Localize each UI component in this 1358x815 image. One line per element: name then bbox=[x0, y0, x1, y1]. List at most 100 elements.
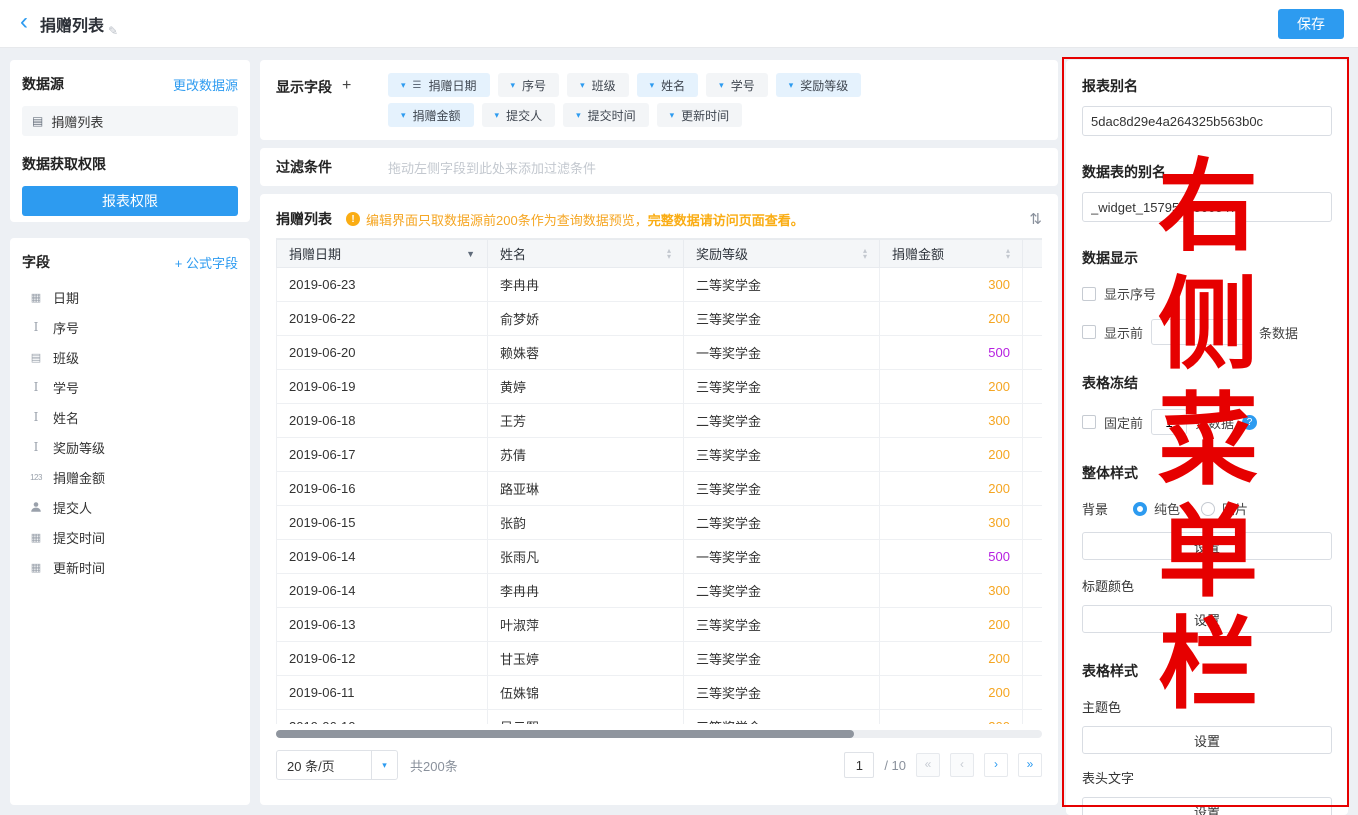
add-formula-field-link[interactable]: + 公式字段 bbox=[175, 253, 238, 272]
header-text-set-button[interactable]: 设置 bbox=[1082, 797, 1332, 815]
save-button[interactable]: 保存 bbox=[1278, 9, 1344, 39]
data-table: 捐赠日期▼姓名▴▾奖励等级▴▾捐赠金额▴▾ 2019-06-23李冉冉二等奖学金… bbox=[276, 239, 1042, 724]
table-row: 2019-06-19黄婷三等奖学金200 bbox=[277, 370, 1043, 404]
add-display-field-button[interactable]: + bbox=[342, 77, 351, 127]
chip-label: 提交时间 bbox=[588, 107, 636, 124]
chevron-down-icon: ▾ bbox=[580, 80, 585, 91]
page-size-select[interactable]: 20 条/页 ▾ bbox=[276, 750, 398, 780]
edit-title-icon[interactable]: ✎ bbox=[108, 24, 118, 38]
column-header-奖励等级[interactable]: 奖励等级▴▾ bbox=[684, 240, 880, 268]
field-item-捐赠金额[interactable]: 123捐赠金额 bbox=[22, 462, 238, 492]
field-label: 提交时间 bbox=[53, 528, 105, 547]
filter-dropzone[interactable]: 拖动左侧字段到此处来添加过滤条件 bbox=[388, 158, 1042, 177]
show-first-option[interactable]: 显示前 条数据 bbox=[1082, 319, 1332, 345]
field-item-姓名[interactable]: I姓名 bbox=[22, 402, 238, 432]
cell-date: 2019-06-10 bbox=[277, 710, 488, 725]
cell-date: 2019-06-19 bbox=[277, 370, 488, 404]
display-field-chip-捐赠日期[interactable]: ▾☰捐赠日期 bbox=[388, 73, 490, 97]
cell-partial bbox=[1023, 438, 1043, 472]
chevron-down-icon: ▾ bbox=[719, 80, 724, 91]
field-item-序号[interactable]: I序号 bbox=[22, 312, 238, 342]
field-item-提交时间[interactable]: ▦ 提交时间 bbox=[22, 522, 238, 552]
filter-icon[interactable]: ▼ bbox=[466, 249, 475, 259]
field-item-奖励等级[interactable]: I 奖励等级 bbox=[22, 432, 238, 462]
show-index-option[interactable]: 显示序号 bbox=[1082, 284, 1332, 303]
report-alias-input[interactable] bbox=[1082, 106, 1332, 136]
table-alias-input[interactable] bbox=[1082, 192, 1332, 222]
chip-label: 捐赠日期 bbox=[429, 77, 477, 94]
field-label: 奖励等级 bbox=[53, 438, 105, 457]
display-field-chip-学号[interactable]: ▾ 学号 bbox=[706, 73, 768, 97]
prev-page-button[interactable]: ‹ bbox=[950, 753, 974, 777]
first-page-button[interactable]: « bbox=[916, 753, 940, 777]
next-page-button[interactable]: › bbox=[984, 753, 1008, 777]
display-field-chip-更新时间[interactable]: ▾更新时间 bbox=[657, 103, 743, 127]
background-set-button[interactable]: 设置 bbox=[1082, 532, 1332, 560]
back-icon[interactable]: ‹ bbox=[14, 10, 38, 38]
cell-amount: 300 bbox=[880, 574, 1023, 608]
chevron-down-icon[interactable]: ▾ bbox=[371, 751, 397, 779]
checkbox-icon[interactable] bbox=[1082, 287, 1096, 301]
field-item-提交人[interactable]: 提交人 bbox=[22, 492, 238, 522]
cell-level: 二等奖学金 bbox=[684, 404, 880, 438]
chip-label: 捐赠金额 bbox=[413, 107, 461, 124]
field-item-班级[interactable]: ▤班级 bbox=[22, 342, 238, 372]
field-item-日期[interactable]: ▦日期 bbox=[22, 282, 238, 312]
sort-lines-icon: ☰ bbox=[413, 80, 422, 91]
last-page-button[interactable]: » bbox=[1018, 753, 1042, 777]
table-icon: ▤ bbox=[32, 114, 43, 128]
display-field-chip-姓名[interactable]: ▾姓名 bbox=[637, 73, 699, 97]
column-header-捐赠金额[interactable]: 捐赠金额▴▾ bbox=[880, 240, 1023, 268]
horizontal-scrollbar-thumb[interactable] bbox=[276, 730, 854, 738]
field-item-学号[interactable]: I学号 bbox=[22, 372, 238, 402]
text-icon: I bbox=[28, 439, 44, 455]
report-alias-label: 报表别名 bbox=[1082, 76, 1332, 96]
display-field-chip-序号[interactable]: ▾序号 bbox=[498, 73, 560, 97]
title-color-set-button[interactable]: 设置 bbox=[1082, 605, 1332, 633]
field-label: 班级 bbox=[53, 348, 79, 367]
page-number-input[interactable] bbox=[844, 752, 874, 778]
cell-level: 三等奖学金 bbox=[684, 472, 880, 506]
display-field-chip-提交时间[interactable]: ▾提交时间 bbox=[563, 103, 649, 127]
settings-panel: 报表别名 数据表的别名 数据显示 显示序号 显示前 条数据 表格冻结 固定前 列… bbox=[1066, 60, 1348, 815]
horizontal-scrollbar-track[interactable] bbox=[276, 730, 1042, 738]
change-datasource-link[interactable]: 更改数据源 bbox=[173, 75, 238, 94]
title-color-label: 标题颜色 bbox=[1082, 576, 1332, 595]
sort-icon[interactable]: ⇅ bbox=[1029, 210, 1042, 228]
field-label: 更新时间 bbox=[53, 558, 105, 577]
fields-title: 字段 bbox=[22, 252, 50, 272]
chip-label: 学号 bbox=[731, 77, 755, 94]
help-icon[interactable]: ? bbox=[1242, 415, 1257, 430]
column-header-partial bbox=[1023, 240, 1043, 268]
datasource-item[interactable]: ▤ 捐赠列表 bbox=[22, 106, 238, 136]
freeze-count-input[interactable] bbox=[1151, 409, 1187, 435]
column-label: 捐赠日期 bbox=[289, 244, 341, 263]
display-field-chip-提交人[interactable]: ▾提交人 bbox=[482, 103, 556, 127]
report-permission-button[interactable]: 报表权限 bbox=[22, 186, 238, 216]
checkbox-icon[interactable] bbox=[1082, 325, 1096, 339]
table-row: 2019-06-22俞梦娇三等奖学金200 bbox=[277, 302, 1043, 336]
cell-date: 2019-06-22 bbox=[277, 302, 488, 336]
table-row: 2019-06-12甘玉婷三等奖学金200 bbox=[277, 642, 1043, 676]
theme-color-set-button[interactable]: 设置 bbox=[1082, 726, 1332, 754]
display-field-chip-奖励等级[interactable]: ▾奖励等级 bbox=[776, 73, 862, 97]
radio-solid-color[interactable] bbox=[1133, 502, 1147, 516]
chip-label: 姓名 bbox=[661, 77, 685, 94]
checkbox-icon[interactable] bbox=[1082, 415, 1096, 429]
radio-image[interactable] bbox=[1201, 502, 1215, 516]
field-label: 日期 bbox=[53, 288, 79, 307]
sort-arrows-icon[interactable]: ▴▾ bbox=[863, 248, 867, 260]
column-header-姓名[interactable]: 姓名▴▾ bbox=[488, 240, 684, 268]
display-field-chip-捐赠金额[interactable]: ▾捐赠金额 bbox=[388, 103, 474, 127]
column-header-捐赠日期[interactable]: 捐赠日期 ▼ bbox=[277, 240, 488, 268]
sort-arrows-icon[interactable]: ▴▾ bbox=[667, 248, 671, 260]
freeze-columns-option[interactable]: 固定前 列数据 ? bbox=[1082, 409, 1332, 435]
sort-arrows-icon[interactable]: ▴▾ bbox=[1006, 248, 1010, 260]
field-item-更新时间[interactable]: ▦更新时间 bbox=[22, 552, 238, 582]
display-field-chip-班级[interactable]: ▾班级 bbox=[567, 73, 629, 97]
calendar-icon: ▦ bbox=[28, 529, 44, 545]
page-size-value: 20 条/页 bbox=[277, 756, 371, 775]
cell-name: 王芳 bbox=[488, 404, 684, 438]
show-first-count-input[interactable] bbox=[1151, 319, 1251, 345]
chevron-down-icon: ▾ bbox=[495, 110, 500, 121]
